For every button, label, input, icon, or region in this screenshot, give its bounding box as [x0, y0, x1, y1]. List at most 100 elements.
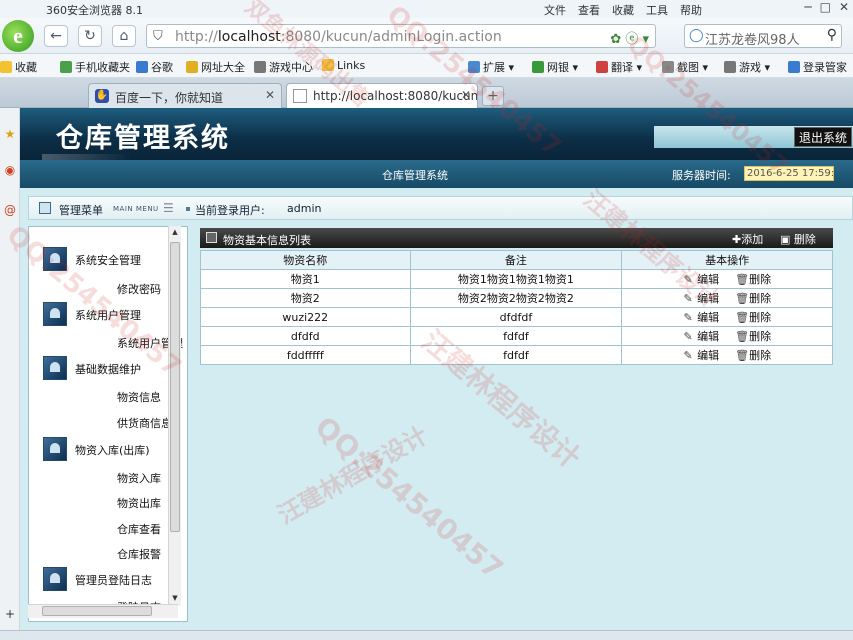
row-delete-button[interactable]: 🗑删除: [735, 347, 771, 363]
search-input[interactable]: 江苏龙卷风98人: [705, 29, 800, 48]
scroll-up-icon[interactable]: ▲: [170, 228, 180, 236]
edit-button[interactable]: ✎ 编辑: [683, 328, 720, 344]
fav-hao[interactable]: 网址大全: [186, 59, 245, 75]
scroll-down-icon[interactable]: ▼: [170, 594, 180, 602]
material-note-cell: 物资1物资1物资1物资1: [409, 269, 623, 289]
browser-e-logo-icon[interactable]: e: [2, 20, 34, 52]
menu-group-label: 管理员登陆日志: [75, 574, 152, 587]
home-button[interactable]: ⌂: [112, 25, 136, 47]
log-group-icon: [43, 567, 67, 591]
app-root: 仓库管理系统 退出系统 仓库管理系统 服务器时间: 2016-6-25 17:5…: [20, 108, 853, 640]
scroll-thumb[interactable]: [170, 242, 180, 532]
hscroll-thumb[interactable]: [42, 606, 152, 616]
tab-localhost[interactable]: http://localhost:8080/kucun/ ✕: [286, 83, 478, 108]
browser-titlebar: 360安全浏览器 8.1 文件 查看 收藏 工具 帮助 ─ □ ✕: [0, 0, 853, 18]
table-row: fddfffff fdfdf ✎ 编辑 🗑删除: [200, 345, 833, 365]
menu-item-warehouse-alarm[interactable]: 仓库报警: [117, 546, 161, 562]
tab-baidu[interactable]: ✋ 百度一下，你就知道 ✕: [88, 83, 282, 108]
row-delete-button[interactable]: 🗑删除: [735, 309, 771, 325]
menu-header-bar: 管理菜单 MAIN MENU ☰ 当前登录用户: admin: [28, 196, 853, 220]
current-user-label: 当前登录用户:: [195, 204, 265, 217]
trash-icon: 🗑: [735, 330, 750, 343]
material-note-cell: dfdfdf: [409, 307, 623, 327]
menu-tools[interactable]: 工具: [646, 2, 668, 18]
search-icon[interactable]: ⚲: [827, 27, 837, 43]
tab-close-icon[interactable]: ✕: [461, 88, 471, 102]
security-group-icon: [43, 247, 67, 271]
edit-label: 编辑: [697, 330, 720, 343]
add-button[interactable]: ✚添加: [732, 231, 763, 247]
new-tab-button[interactable]: +: [482, 86, 504, 106]
menu-favorites[interactable]: 收藏: [612, 2, 634, 18]
row-delete-button[interactable]: 🗑删除: [735, 271, 771, 287]
delete-label: 删除: [793, 233, 816, 246]
users-group-icon: [43, 302, 67, 326]
add-icon[interactable]: +: [2, 606, 18, 622]
edit-icon: ✎: [683, 349, 693, 362]
baidu-paw-icon: ✋: [95, 89, 109, 103]
edit-button[interactable]: ✎ 编辑: [683, 271, 720, 287]
list-icon: [206, 232, 217, 243]
toolbar-translate[interactable]: 翻译 ▾: [596, 59, 642, 75]
toolbar-games[interactable]: 游戏 ▾: [724, 59, 770, 75]
weibo-icon[interactable]: ◉: [2, 162, 18, 178]
browser-logo-icon: [4, 2, 18, 16]
column-header: 物资名称: [200, 250, 411, 270]
page-icon: [293, 89, 307, 103]
search-engine-icon[interactable]: ◯: [689, 28, 704, 43]
edit-button[interactable]: ✎ 编辑: [683, 290, 720, 306]
row-delete-button[interactable]: 🗑删除: [735, 290, 771, 306]
menu-item-suppliers[interactable]: 供货商信息: [117, 415, 172, 431]
menu-group-label: 系统安全管理: [75, 254, 141, 267]
menu-item-warehouse-view[interactable]: 仓库查看: [117, 521, 161, 537]
logout-button[interactable]: 退出系统: [794, 127, 853, 147]
menu-view[interactable]: 查看: [578, 2, 600, 18]
menu-item-change-password[interactable]: 修改密码: [117, 281, 161, 297]
search-box[interactable]: ◯ 江苏龙卷风98人 ⚲: [684, 24, 842, 48]
mail-icon[interactable]: @: [2, 202, 18, 218]
tab-close-icon[interactable]: ✕: [265, 88, 275, 102]
menu-help[interactable]: 帮助: [680, 2, 702, 18]
trash-icon: 🗑: [735, 292, 750, 305]
menu-item-stock-in[interactable]: 物资入库: [117, 470, 161, 486]
menu-horizontal-scrollbar[interactable]: [28, 604, 178, 618]
minimize-icon[interactable]: ─: [804, 0, 811, 14]
row-delete-label: 删除: [749, 349, 772, 362]
bullet-icon: [186, 207, 190, 211]
menu-item-materials[interactable]: 物资信息: [117, 389, 161, 405]
app-header: 仓库管理系统 退出系统: [20, 108, 853, 168]
edit-button[interactable]: ✎ 编辑: [683, 309, 720, 325]
address-bar[interactable]: ⛉ http://localhost:8080/kucun/adminLogin…: [146, 24, 656, 48]
row-delete-button[interactable]: 🗑删除: [735, 328, 771, 344]
table-row: dfdfd fdfdf ✎ 编辑 🗑删除: [200, 326, 833, 346]
menu-group-label: 系统用户管理: [75, 309, 141, 322]
fav-links[interactable]: Links: [322, 59, 365, 72]
edit-button[interactable]: ✎ 编辑: [683, 347, 720, 363]
menu-collapse-icon[interactable]: ☰: [163, 201, 174, 215]
operations-cell: ✎ 编辑 🗑删除: [621, 326, 833, 346]
toolbar-extensions[interactable]: 扩展 ▾: [468, 59, 514, 75]
address-toolbar: e ← ↻ ⌂ ⛉ http://localhost:8080/kucun/ad…: [0, 18, 853, 54]
fav-games[interactable]: 游戏中心: [254, 59, 313, 75]
tab-label: 百度一下，你就知道: [115, 91, 224, 105]
back-button[interactable]: ←: [44, 25, 68, 47]
fav-mobile[interactable]: 手机收藏夹: [60, 59, 130, 75]
menu-file[interactable]: 文件: [544, 2, 566, 18]
edit-icon: ✎: [683, 273, 693, 286]
maximize-icon[interactable]: □: [820, 0, 831, 14]
refresh-button[interactable]: ↻: [78, 25, 102, 47]
toolbar-screenshot[interactable]: 截图 ▾: [662, 59, 708, 75]
close-icon[interactable]: ✕: [839, 0, 849, 14]
favorites-menu[interactable]: 收藏: [0, 59, 37, 75]
fav-google[interactable]: 谷歌: [136, 59, 173, 75]
delete-button[interactable]: ▣ 删除: [780, 231, 816, 247]
toolbar-login-manager[interactable]: 登录管家: [788, 59, 847, 75]
toolbar-bank[interactable]: 网银 ▾: [532, 59, 578, 75]
url-status-icons[interactable]: ✿ ⓔ ▾: [610, 28, 649, 47]
tab-bar: ✋ 百度一下，你就知道 ✕ http://localhost:8080/kucu…: [0, 78, 853, 108]
edit-label: 编辑: [697, 311, 720, 324]
menu-item-stock-out[interactable]: 物资出库: [117, 495, 161, 511]
table-row: 物资1 物资1物资1物资1物资1 ✎ 编辑 🗑删除: [200, 269, 833, 289]
menu-vertical-scrollbar[interactable]: ▲ ▼: [168, 226, 181, 606]
star-icon[interactable]: ★: [2, 126, 18, 142]
